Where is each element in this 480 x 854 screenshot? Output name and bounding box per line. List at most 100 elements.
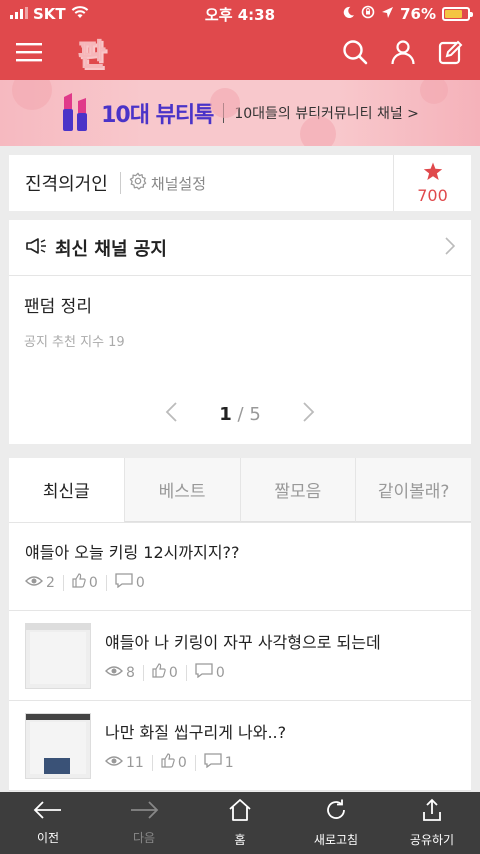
tab-best[interactable]: 베스트 xyxy=(123,458,240,522)
thumbnail-content xyxy=(30,631,86,684)
arrow-right-icon xyxy=(129,800,159,823)
comment-count: 1 xyxy=(224,754,234,771)
post-info: 얘들아 나 키링이 자꾸 사각형으로 되는데 8 0 0 xyxy=(105,629,381,682)
post-thumbnail xyxy=(25,712,91,779)
channel-info: 진격의거인 채널설정 700 xyxy=(9,155,471,211)
app-header: 판 xyxy=(0,28,480,80)
thumbnail-statusbar xyxy=(26,623,90,630)
feed-tabs: 최신글 베스트 짤모음 같이볼래? xyxy=(9,458,471,523)
banner-title: 10대 뷰티톡 xyxy=(101,103,214,128)
lipstick-icon xyxy=(61,89,91,137)
forward-label: 다음 xyxy=(132,831,156,845)
notice-meta: 공지 추천 지수 19 xyxy=(24,335,125,350)
arrow-left-icon xyxy=(33,800,63,823)
channel-banner[interactable]: 10대 뷰티톡 10대들의 뷰티커뮤니티 채널 > xyxy=(0,80,480,146)
share-button[interactable]: 공유하기 xyxy=(384,792,480,854)
notice-item[interactable]: 팬덤 정리 공지 추천 지수 19 xyxy=(9,276,471,366)
star-icon xyxy=(423,162,443,185)
views: 2 xyxy=(25,575,55,591)
list-item[interactable]: 얘들아 오늘 키링 12시까지지?? 2 0 0 xyxy=(9,523,471,611)
notice-header[interactable]: 최신 채널 공지 xyxy=(9,220,471,276)
view-count: 8 xyxy=(126,664,135,681)
thumbnail-statusbar xyxy=(26,713,90,720)
post-meta: 2 0 0 xyxy=(25,573,455,592)
battery-fill xyxy=(445,10,462,18)
tab-latest[interactable]: 최신글 xyxy=(9,458,124,522)
pager-current: 1 xyxy=(219,403,232,425)
likes: 0 xyxy=(72,573,98,592)
channel-settings-label: 채널설정 xyxy=(150,174,207,193)
notice-pager: 1 / 5 xyxy=(9,402,471,426)
post-title: 나만 화질 씹구리게 나와..? xyxy=(105,723,287,742)
share-icon xyxy=(420,798,444,825)
home-icon xyxy=(228,798,252,825)
svg-text:판: 판 xyxy=(78,38,106,73)
banner-decoration xyxy=(300,116,336,146)
forward-button[interactable]: 다음 xyxy=(96,792,192,854)
divider xyxy=(105,574,107,591)
search-icon[interactable] xyxy=(342,39,368,69)
user-icon[interactable] xyxy=(390,39,416,69)
post-meta: 8 0 0 xyxy=(105,663,381,682)
views: 11 xyxy=(105,755,144,771)
banner-decoration xyxy=(420,80,448,104)
gear-icon xyxy=(129,172,147,194)
channel-settings-button[interactable]: 채널설정 xyxy=(129,172,206,194)
thumbs-up-icon xyxy=(72,573,86,592)
comment-icon xyxy=(115,573,133,592)
post-title: 얘들아 오늘 키링 12시까지지?? xyxy=(25,543,240,562)
write-icon[interactable] xyxy=(438,39,464,69)
eye-icon xyxy=(105,665,123,681)
refresh-label: 새로고침 xyxy=(313,833,359,847)
megaphone-icon xyxy=(25,237,47,259)
divider xyxy=(194,754,196,771)
comments: 0 xyxy=(195,663,225,682)
banner-decoration xyxy=(12,80,52,110)
eye-icon xyxy=(105,755,123,771)
pager-separator: / xyxy=(237,403,244,425)
notice-heading: 최신 채널 공지 xyxy=(55,238,167,260)
share-label: 공유하기 xyxy=(409,833,455,847)
pager-numbers: 1 / 5 xyxy=(219,404,261,425)
comments: 1 xyxy=(204,753,234,772)
status-time: 오후 4:38 xyxy=(204,5,276,24)
channel-name: 진격의거인 xyxy=(25,174,108,195)
comment-icon xyxy=(204,753,222,772)
tab-images[interactable]: 짤모음 xyxy=(239,458,356,522)
channel-notice: 최신 채널 공지 팬덤 정리 공지 추천 지수 19 1 / 5 xyxy=(9,220,471,444)
tab-watch-together[interactable]: 같이볼래? xyxy=(355,458,471,522)
star-button[interactable]: 700 xyxy=(393,155,471,211)
divider xyxy=(119,172,121,194)
comments: 0 xyxy=(115,573,145,592)
star-count: 700 xyxy=(417,185,448,205)
header-actions xyxy=(342,39,464,69)
battery-icon xyxy=(442,7,473,21)
like-count: 0 xyxy=(88,574,98,591)
pann-logo[interactable]: 판 xyxy=(74,34,114,74)
chevron-right-icon[interactable] xyxy=(445,236,456,259)
banner-decoration xyxy=(210,88,240,118)
pager-next-icon[interactable] xyxy=(303,402,315,426)
view-count: 11 xyxy=(126,754,144,771)
post-meta: 11 0 1 xyxy=(105,753,286,772)
menu-icon[interactable] xyxy=(16,42,42,66)
divider xyxy=(142,664,144,681)
like-count: 0 xyxy=(177,754,187,771)
list-item[interactable]: 나만 화질 씹구리게 나와..? 11 0 1 xyxy=(9,701,471,791)
divider xyxy=(185,664,187,681)
comment-count: 0 xyxy=(215,664,225,681)
thumbs-up-icon xyxy=(152,663,166,682)
pager-prev-icon[interactable] xyxy=(165,402,177,426)
home-button[interactable]: 홈 xyxy=(192,792,288,854)
divider xyxy=(151,754,153,771)
bottom-toolbar: 이전 다음 홈 새로고침 공유하기 xyxy=(0,792,480,854)
refresh-button[interactable]: 새로고침 xyxy=(288,792,384,854)
list-item[interactable]: 얘들아 나 키링이 자꾸 사각형으로 되는데 8 0 0 xyxy=(9,611,471,701)
view-count: 2 xyxy=(46,574,55,591)
back-label: 이전 xyxy=(36,831,60,845)
likes: 0 xyxy=(161,753,187,772)
back-button[interactable]: 이전 xyxy=(0,792,96,854)
comment-icon xyxy=(195,663,213,682)
home-label: 홈 xyxy=(234,833,246,847)
post-thumbnail xyxy=(25,622,91,689)
